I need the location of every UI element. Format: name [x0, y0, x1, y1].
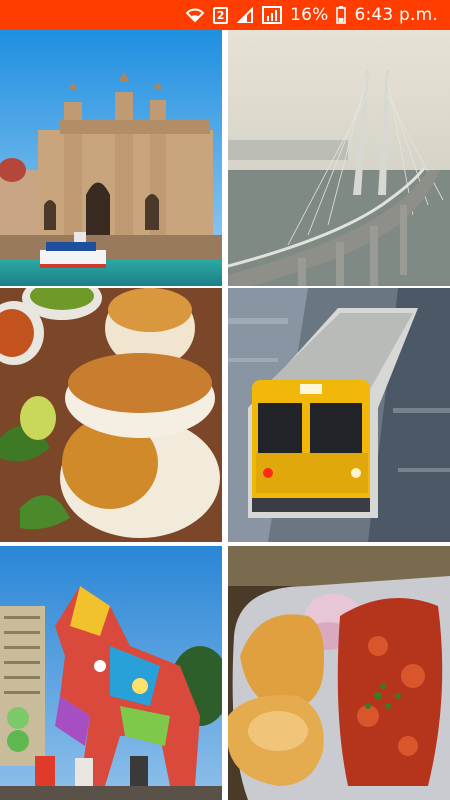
- battery-percent: 16%: [290, 5, 329, 25]
- local-train-tile[interactable]: [228, 288, 450, 542]
- gateway-of-india-tile[interactable]: [0, 30, 222, 286]
- sea-link-bridge-tile[interactable]: [228, 30, 450, 286]
- status-bar: 2 16% 6:43 p.m.: [0, 0, 450, 30]
- signal-boxed-icon: [262, 6, 283, 24]
- vada-pav-image: [0, 288, 222, 542]
- battery-icon: [336, 6, 347, 24]
- clock: 6:43 p.m.: [354, 5, 438, 25]
- pav-bhaji-tile[interactable]: [228, 546, 450, 800]
- sea-link-bridge-image: [228, 30, 450, 286]
- wifi-icon: [185, 7, 205, 23]
- horse-statue-tile[interactable]: [0, 546, 222, 800]
- horse-statue-image: [0, 546, 222, 800]
- signal-icon: [236, 7, 254, 23]
- image-gallery: [0, 30, 450, 800]
- gateway-of-india-image: [0, 30, 222, 286]
- vada-pav-tile[interactable]: [0, 288, 222, 542]
- local-train-image: [228, 288, 450, 542]
- sim-2-icon: 2: [213, 6, 229, 24]
- pav-bhaji-image: [228, 546, 450, 800]
